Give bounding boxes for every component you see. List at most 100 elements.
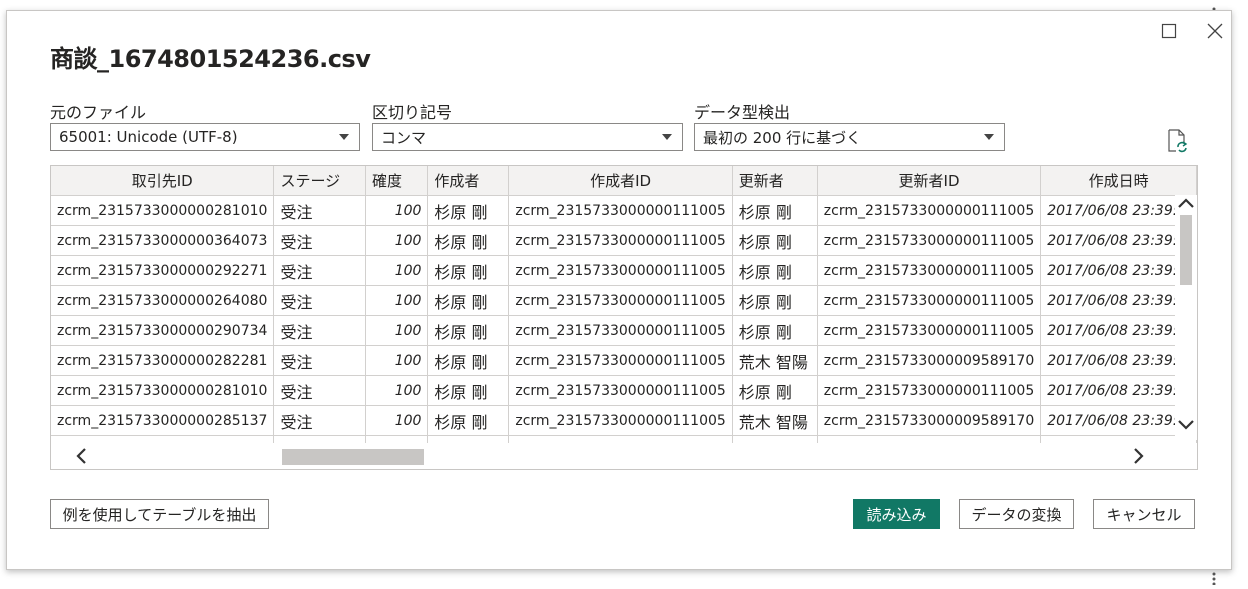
- table-cell: 荒木 智陽: [732, 345, 818, 376]
- column-header[interactable]: 作成者ID: [508, 166, 733, 196]
- table-cell: 2017/06/08 23:39:: [1040, 375, 1197, 406]
- table-cell: 100: [365, 195, 429, 226]
- table-cell: zcrm_2315733000000111005: [508, 285, 733, 316]
- chevron-right-icon: [1134, 448, 1144, 464]
- cancel-button[interactable]: キャンセル: [1093, 499, 1195, 529]
- column-header[interactable]: ステージ: [273, 166, 367, 196]
- chevron-up-icon: [1178, 198, 1194, 208]
- maximize-button[interactable]: [1157, 19, 1181, 43]
- table-cell: 杉原 剛: [427, 225, 510, 256]
- table-cell: 杉原 剛: [732, 315, 818, 346]
- delimiter-label: 区切り記号: [372, 103, 453, 122]
- table-cell: 杉原 剛: [427, 195, 510, 226]
- table-cell: zcrm_2315733000000111005: [817, 195, 1042, 226]
- table-cell: zcrm_2315733000000290734: [51, 315, 275, 346]
- table-cell: 2017/06/08 23:39:: [1040, 195, 1197, 226]
- table-cell: 2017/06/08 23:39:: [1040, 345, 1197, 376]
- table-cell: zcrm_2315733000000281010: [51, 195, 275, 226]
- vertical-scrollbar[interactable]: [1175, 195, 1197, 440]
- maximize-icon: [1161, 23, 1177, 39]
- table-cell: 受注: [273, 285, 367, 316]
- table-cell: zcrm_2315733000000111005: [817, 315, 1042, 346]
- table-row: zcrm_2315733000000290734 受注 100 杉原 剛 zcrm_23…: [51, 315, 1197, 346]
- table-cell: 2017/06/08 23:39:: [1040, 285, 1197, 316]
- type-detection-label: データ型検出: [694, 103, 791, 122]
- table-row: zcrm_2315733000000281010 受注 100 杉原 剛 zcrm_23…: [51, 375, 1197, 406]
- chevron-left-icon: [76, 448, 86, 464]
- table-cell: zcrm_2315733000000111005: [508, 195, 733, 226]
- table-cell: zcrm_2315733000000111005: [508, 315, 733, 346]
- table-cell: zcrm_2315733000000111005: [817, 225, 1042, 256]
- table-cell: 受注: [273, 225, 367, 256]
- table-cell: 受注: [273, 375, 367, 406]
- table-cell: 受注: [273, 405, 367, 436]
- file-origin-label: 元のファイル: [50, 103, 147, 122]
- table-row: zcrm_2315733000000285137 受注 100 杉原 剛 zcrm_23…: [51, 405, 1197, 436]
- chevron-down-icon: [339, 134, 349, 140]
- table-cell: zcrm_2315733000000285137: [51, 405, 275, 436]
- table-cell: 杉原 剛: [427, 345, 510, 376]
- scroll-left-button[interactable]: [73, 448, 89, 464]
- column-header[interactable]: 更新者ID: [817, 166, 1042, 196]
- table-cell: 100: [365, 315, 429, 346]
- table-cell: 2017/06/08 23:39:: [1040, 255, 1197, 286]
- horizontal-scroll-thumb[interactable]: [282, 449, 424, 465]
- table-cell: 杉原 剛: [732, 225, 818, 256]
- table-cell: zcrm_2315733000009589170: [817, 345, 1042, 376]
- table-cell: 100: [365, 375, 429, 406]
- table-cell: 受注: [273, 345, 367, 376]
- table-cell: 杉原 剛: [427, 255, 510, 286]
- table-cell: zcrm_2315733000000111005: [817, 255, 1042, 286]
- chevron-down-icon: [984, 134, 994, 140]
- table-cell: zcrm_2315733000000111005: [817, 375, 1042, 406]
- table-cell: zcrm_2315733000000111005: [508, 225, 733, 256]
- vertical-scroll-thumb[interactable]: [1180, 215, 1192, 285]
- table-cell: 100: [365, 345, 429, 376]
- scroll-right-button[interactable]: [1131, 448, 1147, 464]
- table-cell: 杉原 剛: [732, 255, 818, 286]
- table-cell: 受注: [273, 255, 367, 286]
- refresh-button[interactable]: [1167, 129, 1189, 157]
- table-cell: 荒木 智陽: [732, 405, 818, 436]
- table-row: zcrm_2315733000000282281 受注 100 杉原 剛 zcrm_23…: [51, 345, 1197, 376]
- close-icon: [1207, 23, 1223, 39]
- table-cell: 100: [365, 225, 429, 256]
- table-cell: 100: [365, 255, 429, 286]
- column-header[interactable]: 作成日時: [1040, 166, 1197, 196]
- chevron-down-icon: [1178, 420, 1194, 430]
- file-origin-value: 65001: Unicode (UTF-8): [59, 128, 238, 146]
- table-row: zcrm_2315733000000364073 受注 100 杉原 剛 zcrm_23…: [51, 225, 1197, 256]
- scroll-down-button[interactable]: [1178, 417, 1194, 433]
- column-header[interactable]: 確度: [365, 166, 429, 196]
- column-header[interactable]: 作成者: [427, 166, 510, 196]
- data-preview-grid: 取引先ID ステージ 確度 作成者 作成者ID 更新者 更新者ID 作成日時 z…: [50, 165, 1198, 470]
- table-cell: 2017/06/08 23:39:: [1040, 315, 1197, 346]
- table-cell: zcrm_2315733000000111005: [508, 405, 733, 436]
- transform-data-button[interactable]: データの変換: [959, 499, 1074, 529]
- table-cell: 杉原 剛: [427, 405, 510, 436]
- table-cell: zcrm_2315733000000282281: [51, 345, 275, 376]
- extract-table-button[interactable]: 例を使用してテーブルを抽出: [50, 499, 269, 529]
- horizontal-scrollbar[interactable]: [51, 443, 1197, 469]
- column-header[interactable]: 更新者: [732, 166, 818, 196]
- type-detection-select[interactable]: 最初の 200 行に基づく: [694, 123, 1005, 151]
- close-button[interactable]: [1203, 19, 1227, 43]
- table-cell: 杉原 剛: [427, 375, 510, 406]
- table-row: zcrm_2315733000000292271 受注 100 杉原 剛 zcrm_23…: [51, 255, 1197, 286]
- scroll-up-button[interactable]: [1178, 195, 1194, 211]
- table-cell: zcrm_2315733000000264080: [51, 285, 275, 316]
- column-header[interactable]: 取引先ID: [51, 166, 275, 196]
- table-cell: 杉原 剛: [732, 375, 818, 406]
- table-cell: zcrm_2315733000000292271: [51, 255, 275, 286]
- file-origin-select[interactable]: 65001: Unicode (UTF-8): [50, 123, 360, 151]
- table-cell: 受注: [273, 315, 367, 346]
- table-cell: 杉原 剛: [427, 315, 510, 346]
- delimiter-value: コンマ: [381, 128, 427, 147]
- table-cell: 2017/06/08 23:39:: [1040, 405, 1197, 436]
- table-cell: zcrm_2315733000000111005: [508, 345, 733, 376]
- load-button[interactable]: 読み込み: [853, 499, 940, 529]
- dialog-title: 商談_1674801524236.csv: [50, 45, 371, 73]
- table-cell: 2017/06/08 23:39:: [1040, 225, 1197, 256]
- delimiter-select[interactable]: コンマ: [372, 123, 683, 151]
- table-cell: zcrm_2315733000000281010: [51, 375, 275, 406]
